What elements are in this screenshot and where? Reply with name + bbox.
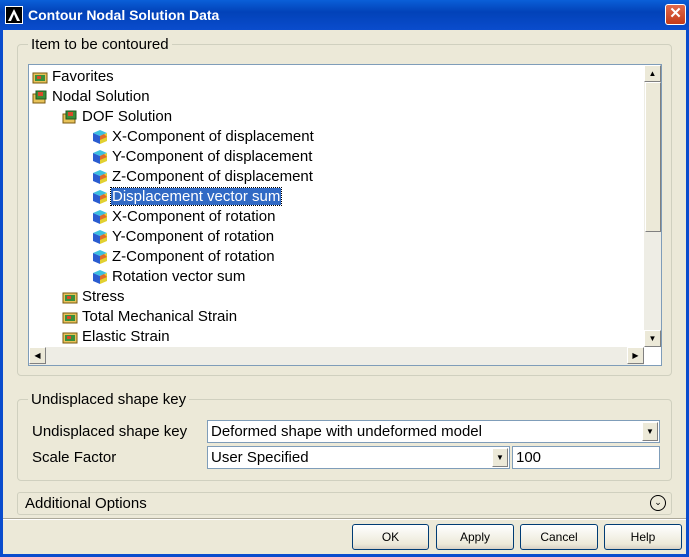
tree-item-label: Rotation vector sum: [112, 268, 246, 285]
tree-item-label: X-Component of rotation: [112, 208, 276, 225]
tree-item-label: Z-Component of displacement: [112, 168, 313, 185]
tree-item[interactable]: Nodal Solution: [32, 87, 151, 107]
tree-item[interactable]: X-Component of rotation: [92, 207, 276, 227]
folder-icon: [32, 69, 48, 85]
tree-item[interactable]: Stress: [62, 287, 126, 307]
tree-item[interactable]: Total Mechanical Strain: [62, 307, 238, 327]
additional-options-label: Additional Options: [25, 495, 147, 512]
tree-item[interactable]: Y-Component of displacement: [92, 147, 313, 167]
tree-item[interactable]: Z-Component of displacement: [92, 167, 314, 187]
cube-icon: [92, 209, 108, 225]
shape-group-legend: Undisplaced shape key: [31, 391, 187, 408]
tree-item[interactable]: Elastic Strain: [62, 327, 171, 347]
tree-item-label: Z-Component of rotation: [112, 248, 275, 265]
solution-tree[interactable]: Favorites Nodal Solution DOF Solution X-Com…: [28, 64, 662, 366]
scale-factor-label: Scale Factor: [32, 449, 117, 466]
help-button[interactable]: Help: [604, 524, 682, 550]
tree-item[interactable]: Displacement vector sum: [92, 187, 283, 207]
tree-item[interactable]: Y-Component of rotation: [92, 227, 275, 247]
tree-item[interactable]: X-Component of displacement: [92, 127, 315, 147]
tree-item-label: Favorites: [52, 68, 114, 85]
scroll-up-button[interactable]: ▲: [644, 65, 661, 82]
chevron-down-icon[interactable]: ▼: [642, 422, 658, 441]
tree-item-label: DOF Solution: [82, 108, 173, 125]
ok-button[interactable]: OK: [352, 524, 429, 550]
item-group-legend: Item to be contoured: [31, 36, 169, 53]
cube-icon: [92, 249, 108, 265]
vertical-scroll-thumb[interactable]: [645, 82, 661, 232]
tree-item-label: Stress: [82, 288, 125, 305]
shape-key-dropdown[interactable]: Deformed shape with undeformed model ▼: [207, 420, 660, 443]
tree-item-label: Total Mechanical Strain: [82, 308, 238, 325]
tree-item-label: Nodal Solution: [52, 88, 150, 105]
tree-item-label: Y-Component of displacement: [112, 148, 313, 165]
title-bar: Contour Nodal Solution Data ✕: [0, 0, 689, 30]
additional-options-bar[interactable]: Additional Options ⌄: [17, 492, 672, 515]
scale-factor-input[interactable]: [513, 447, 659, 468]
ansys-logo-icon: [5, 6, 23, 24]
scale-factor-dropdown[interactable]: User Specified ▼: [207, 446, 510, 469]
tree-item[interactable]: Z-Component of rotation: [92, 247, 276, 267]
folder-icon: [62, 289, 78, 305]
tree-item[interactable]: Favorites: [32, 67, 115, 87]
scroll-left-button[interactable]: ◀: [29, 347, 46, 364]
chevron-down-icon[interactable]: ▼: [492, 448, 508, 467]
shape-key-label: Undisplaced shape key: [32, 423, 188, 440]
cube-icon: [92, 149, 108, 165]
horizontal-scrollbar[interactable]: ◀ ▶: [29, 347, 644, 365]
tree-item-label: Displacement vector sum: [109, 187, 283, 206]
cube-icon: [92, 189, 108, 205]
cube-icon: [92, 269, 108, 285]
folder-open-icon: [32, 89, 48, 105]
scale-factor-value: User Specified: [211, 449, 309, 466]
folder-icon: [62, 329, 78, 345]
button-separator: [3, 518, 686, 520]
scroll-down-button[interactable]: ▼: [644, 330, 661, 347]
tree-item[interactable]: Rotation vector sum: [92, 267, 246, 287]
folder-open-icon: [62, 109, 78, 125]
cube-icon: [92, 169, 108, 185]
shape-key-value: Deformed shape with undeformed model: [211, 423, 482, 440]
window-title: Contour Nodal Solution Data: [28, 7, 220, 23]
folder-icon: [62, 309, 78, 325]
close-button[interactable]: ✕: [665, 4, 686, 25]
scroll-right-button[interactable]: ▶: [627, 347, 644, 364]
cancel-button[interactable]: Cancel: [520, 524, 598, 550]
tree-item[interactable]: DOF Solution: [62, 107, 173, 127]
apply-button[interactable]: Apply: [436, 524, 514, 550]
tree-item-label: Elastic Strain: [82, 328, 170, 345]
tree-item-label: X-Component of displacement: [112, 128, 314, 145]
tree-item-label: Y-Component of rotation: [112, 228, 275, 245]
cube-icon: [92, 129, 108, 145]
scale-factor-field[interactable]: [512, 446, 660, 469]
expand-chevron-icon[interactable]: ⌄: [650, 495, 666, 511]
cube-icon: [92, 229, 108, 245]
